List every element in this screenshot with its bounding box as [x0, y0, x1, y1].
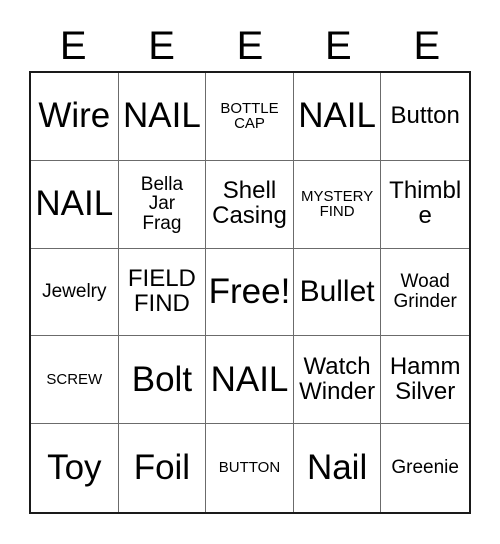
- bingo-cell[interactable]: Watch Winder: [293, 336, 382, 425]
- bingo-cell-label: FIELD FIND: [127, 265, 196, 317]
- bingo-cell-label: Bella Jar Frag: [140, 173, 184, 235]
- bingo-cell[interactable]: NAIL: [206, 336, 294, 425]
- header-letter-0: E: [59, 24, 87, 68]
- header-letter-2: E: [236, 24, 264, 68]
- bingo-cell-label: Free!: [208, 271, 291, 311]
- bingo-cell-label: Button: [390, 101, 460, 129]
- bingo-cell-label: NAIL: [210, 359, 289, 399]
- bingo-cell[interactable]: Shell Casing: [206, 160, 294, 249]
- bingo-cell[interactable]: Thimble: [381, 161, 469, 249]
- bingo-cell[interactable]: Greenie: [381, 424, 469, 512]
- bingo-cell[interactable]: BUTTON: [206, 424, 294, 512]
- bingo-cell[interactable]: Bullet: [293, 248, 382, 337]
- bingo-cell[interactable]: Jewelry: [31, 248, 119, 337]
- bingo-cell[interactable]: Nail: [294, 424, 382, 512]
- bingo-cell-label: Wire: [38, 96, 111, 136]
- header-letter-1: E: [148, 24, 175, 68]
- bingo-cell-label: Greenie: [391, 457, 459, 479]
- bingo-cell[interactable]: Bolt: [118, 336, 207, 425]
- bingo-cell[interactable]: Bella Jar Frag: [118, 160, 207, 249]
- bingo-cell-label: Shell Casing: [212, 177, 287, 230]
- header-letter-3: E: [325, 24, 352, 68]
- bingo-cell-label: Watch Winder: [299, 352, 376, 405]
- bingo-cell[interactable]: Button: [381, 73, 469, 161]
- bingo-cell[interactable]: NAIL: [31, 160, 119, 249]
- bingo-cell[interactable]: SCREW: [31, 336, 119, 425]
- bingo-cell[interactable]: NAIL: [118, 73, 207, 161]
- bingo-cell[interactable]: FIELD FIND: [118, 248, 207, 337]
- bingo-card: E E E E E Wire NAIL BOTTLE CAP NAIL Button NA…: [0, 0, 500, 544]
- bingo-cell-label: BOTTLE CAP: [220, 99, 279, 133]
- bingo-cell-label: Bullet: [299, 275, 375, 309]
- bingo-cell[interactable]: BOTTLE CAP: [206, 73, 294, 161]
- bingo-cell[interactable]: NAIL: [293, 73, 382, 161]
- bingo-cell-label: NAIL: [298, 96, 376, 136]
- bingo-cell[interactable]: Wire: [31, 73, 119, 161]
- bingo-cell-label: SCREW: [46, 370, 103, 388]
- header-letter-4: E: [413, 24, 441, 68]
- bingo-cell-label: Nail: [306, 447, 368, 487]
- bingo-cell-label: NAIL: [122, 96, 201, 136]
- bingo-cell[interactable]: Toy: [31, 424, 119, 512]
- bingo-cell-label: Toy: [47, 447, 102, 487]
- bingo-cell-free[interactable]: Free!: [206, 248, 294, 337]
- bingo-cell-label: Foil: [133, 447, 191, 487]
- bingo-cell[interactable]: Hamm Silver: [381, 336, 469, 425]
- bingo-cell[interactable]: Woad Grinder: [381, 249, 469, 337]
- bingo-cell[interactable]: MYSTERY FIND: [293, 160, 382, 249]
- bingo-cell[interactable]: Foil: [119, 424, 207, 512]
- bingo-header-row: E E E E E: [29, 22, 471, 70]
- bingo-cell-label: Woad Grinder: [393, 271, 457, 312]
- bingo-cell-label: Hamm Silver: [389, 352, 461, 405]
- bingo-cell-label: MYSTERY FIND: [300, 187, 374, 221]
- bingo-cell-label: Thimble: [389, 177, 462, 230]
- bingo-cell-label: BUTTON: [218, 459, 281, 477]
- bingo-cell-label: NAIL: [35, 184, 114, 223]
- bingo-grid: Wire NAIL BOTTLE CAP NAIL Button NAIL Bella Ja…: [29, 71, 471, 514]
- bingo-cell-label: Bolt: [131, 359, 193, 399]
- bingo-cell-label: Jewelry: [42, 281, 107, 303]
